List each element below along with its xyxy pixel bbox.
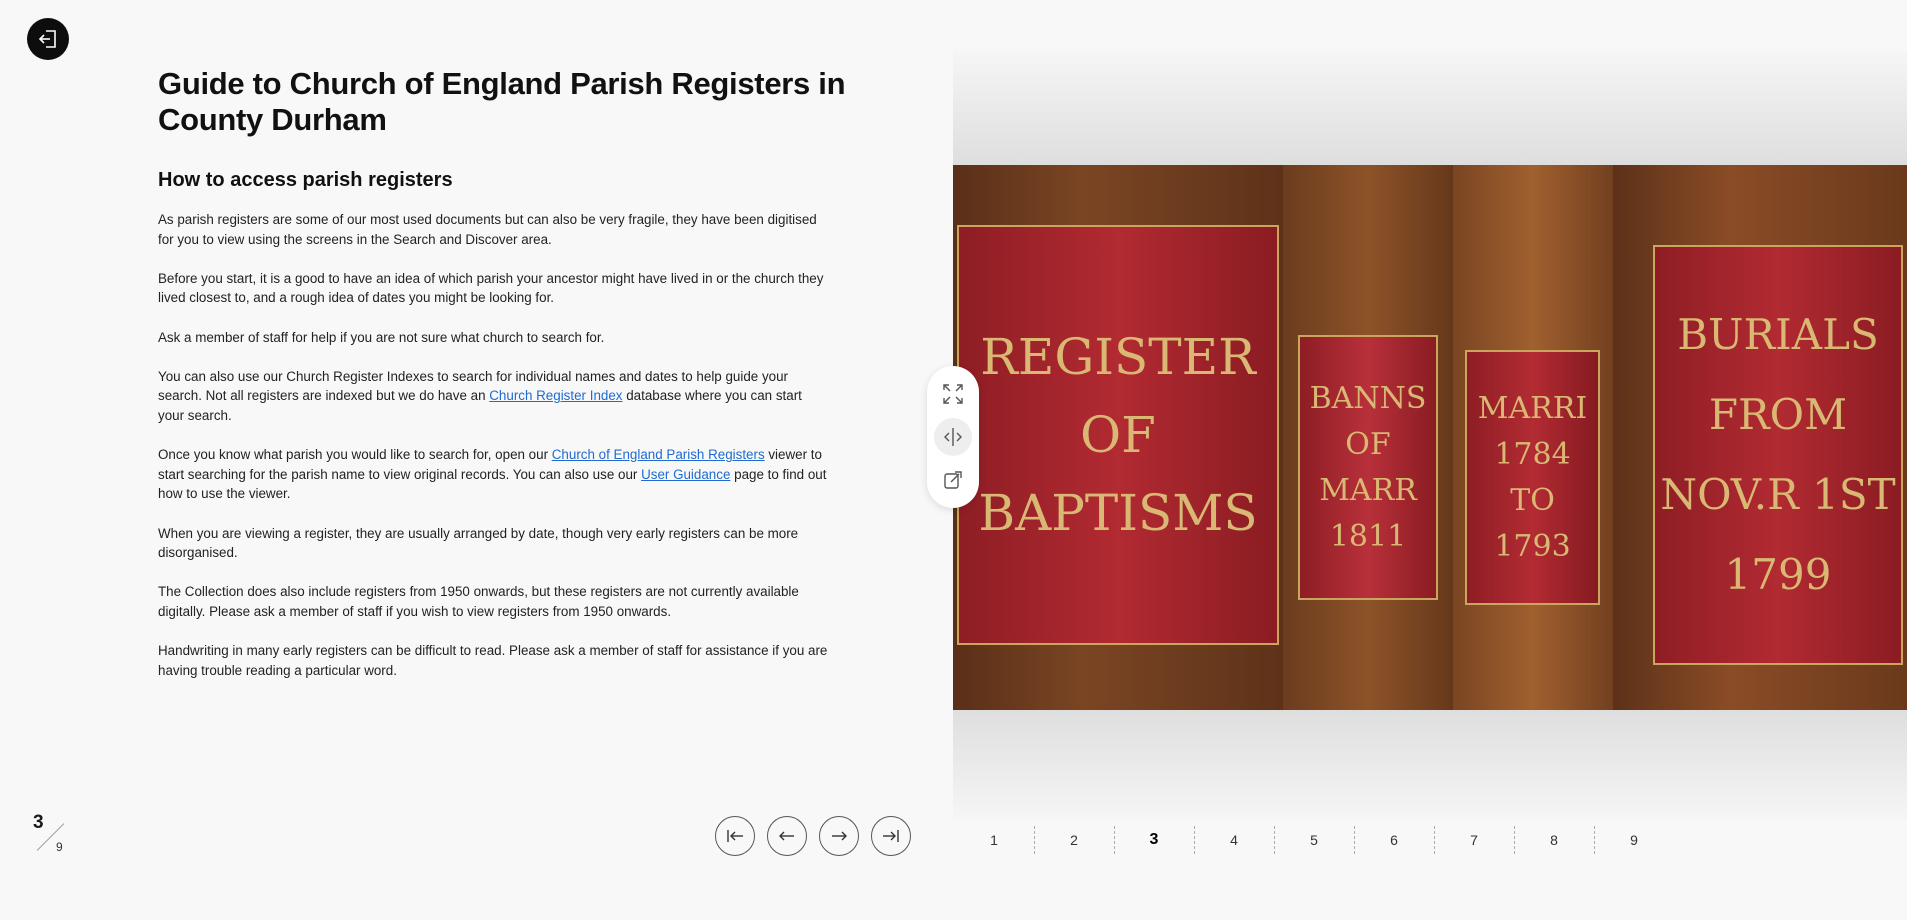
register-books-photo: REGISTER OF BAPTISMS BANNS OF MARR 1811 … [953,165,1907,710]
label-text: 1784 [1494,436,1571,472]
label-text: TO [1510,482,1555,518]
label-text: BANNS [1309,380,1427,416]
label-text: REGISTER [980,328,1256,386]
book-label: REGISTER OF BAPTISMS [957,225,1279,645]
label-text: 1799 [1724,550,1832,599]
book-label: BANNS OF MARR 1811 [1298,335,1438,600]
first-page-button[interactable] [715,816,755,856]
previous-icon [779,831,794,841]
book-label: MARRI 1784 TO 1793 [1465,350,1600,605]
label-text: NOV.R 1ST [1660,470,1896,519]
last-page-icon [883,830,899,842]
exit-button[interactable] [27,18,69,60]
compare-icon [944,427,962,446]
paragraph: Before you start, it is a good to have a… [158,270,824,306]
label-text: OF [1080,406,1156,464]
book-label: BURIALS FROM NOV.R 1ST 1799 [1653,245,1903,665]
page-link-6[interactable]: 6 [1354,826,1434,854]
label-text: BURIALS [1677,310,1879,359]
next-page-button[interactable] [819,816,859,856]
next-icon [832,831,847,841]
fullscreen-button[interactable] [934,375,972,413]
page-link-8[interactable]: 8 [1514,826,1594,854]
label-text: MARRI [1477,390,1588,426]
pagination: 1 2 3 4 5 6 7 8 9 [954,826,1674,854]
label-text: BAPTISMS [978,484,1258,542]
page-link-4[interactable]: 4 [1194,826,1274,854]
page-link-7[interactable]: 7 [1434,826,1514,854]
label-text: FROM [1708,390,1848,439]
link-button[interactable] [934,461,972,499]
page-link-9[interactable]: 9 [1594,826,1674,854]
label-text: 1793 [1494,528,1571,564]
section-heading: How to access parish registers [158,169,453,191]
total-pages-number: 9 [56,840,63,854]
paragraph: As parish registers are some of our most… [158,212,817,247]
compare-button[interactable] [934,417,972,456]
image-toolbar [927,366,979,508]
page-navigation [715,816,911,856]
label-text: MARR [1319,472,1417,508]
page-title: Guide to Church of England Parish Regist… [158,66,846,137]
last-page-button[interactable] [871,816,911,856]
paragraph: Ask a member of staff for help if you ar… [158,329,605,345]
link-icon [944,471,962,490]
paragraph: Handwriting in many early registers can … [158,643,828,678]
page-link-3[interactable]: 3 [1114,826,1194,854]
page-link-5[interactable]: 5 [1274,826,1354,854]
label-text: OF [1345,426,1391,462]
user-guidance-link[interactable]: User Guidance [641,467,730,482]
paragraph: When you are viewing a register, they ar… [158,525,799,561]
paragraph: The Collection does also include registe… [158,584,799,619]
image-panel: REGISTER OF BAPTISMS BANNS OF MARR 1811 … [953,50,1907,820]
first-page-icon [727,830,743,842]
article: Guide to Church of England Parish Regist… [158,66,858,700]
current-page-number: 3 [33,812,44,833]
paragraph-text: Once you know what parish you would like… [158,447,552,463]
article-body: As parish registers are some of our most… [158,210,828,680]
label-text: 1811 [1329,518,1407,554]
previous-page-button[interactable] [767,816,807,856]
page-link-2[interactable]: 2 [1034,826,1114,854]
page-counter: 3 9 [30,812,70,856]
exit-icon [38,30,56,48]
church-register-index-link[interactable]: Church Register Index [489,388,622,403]
expand-icon [943,383,963,404]
paragraph: You can also use our Church Register Ind… [158,367,828,426]
parish-registers-link[interactable]: Church of England Parish Registers [552,447,765,462]
page-link-1[interactable]: 1 [954,826,1034,854]
paragraph: Once you know what parish you would like… [158,445,828,504]
